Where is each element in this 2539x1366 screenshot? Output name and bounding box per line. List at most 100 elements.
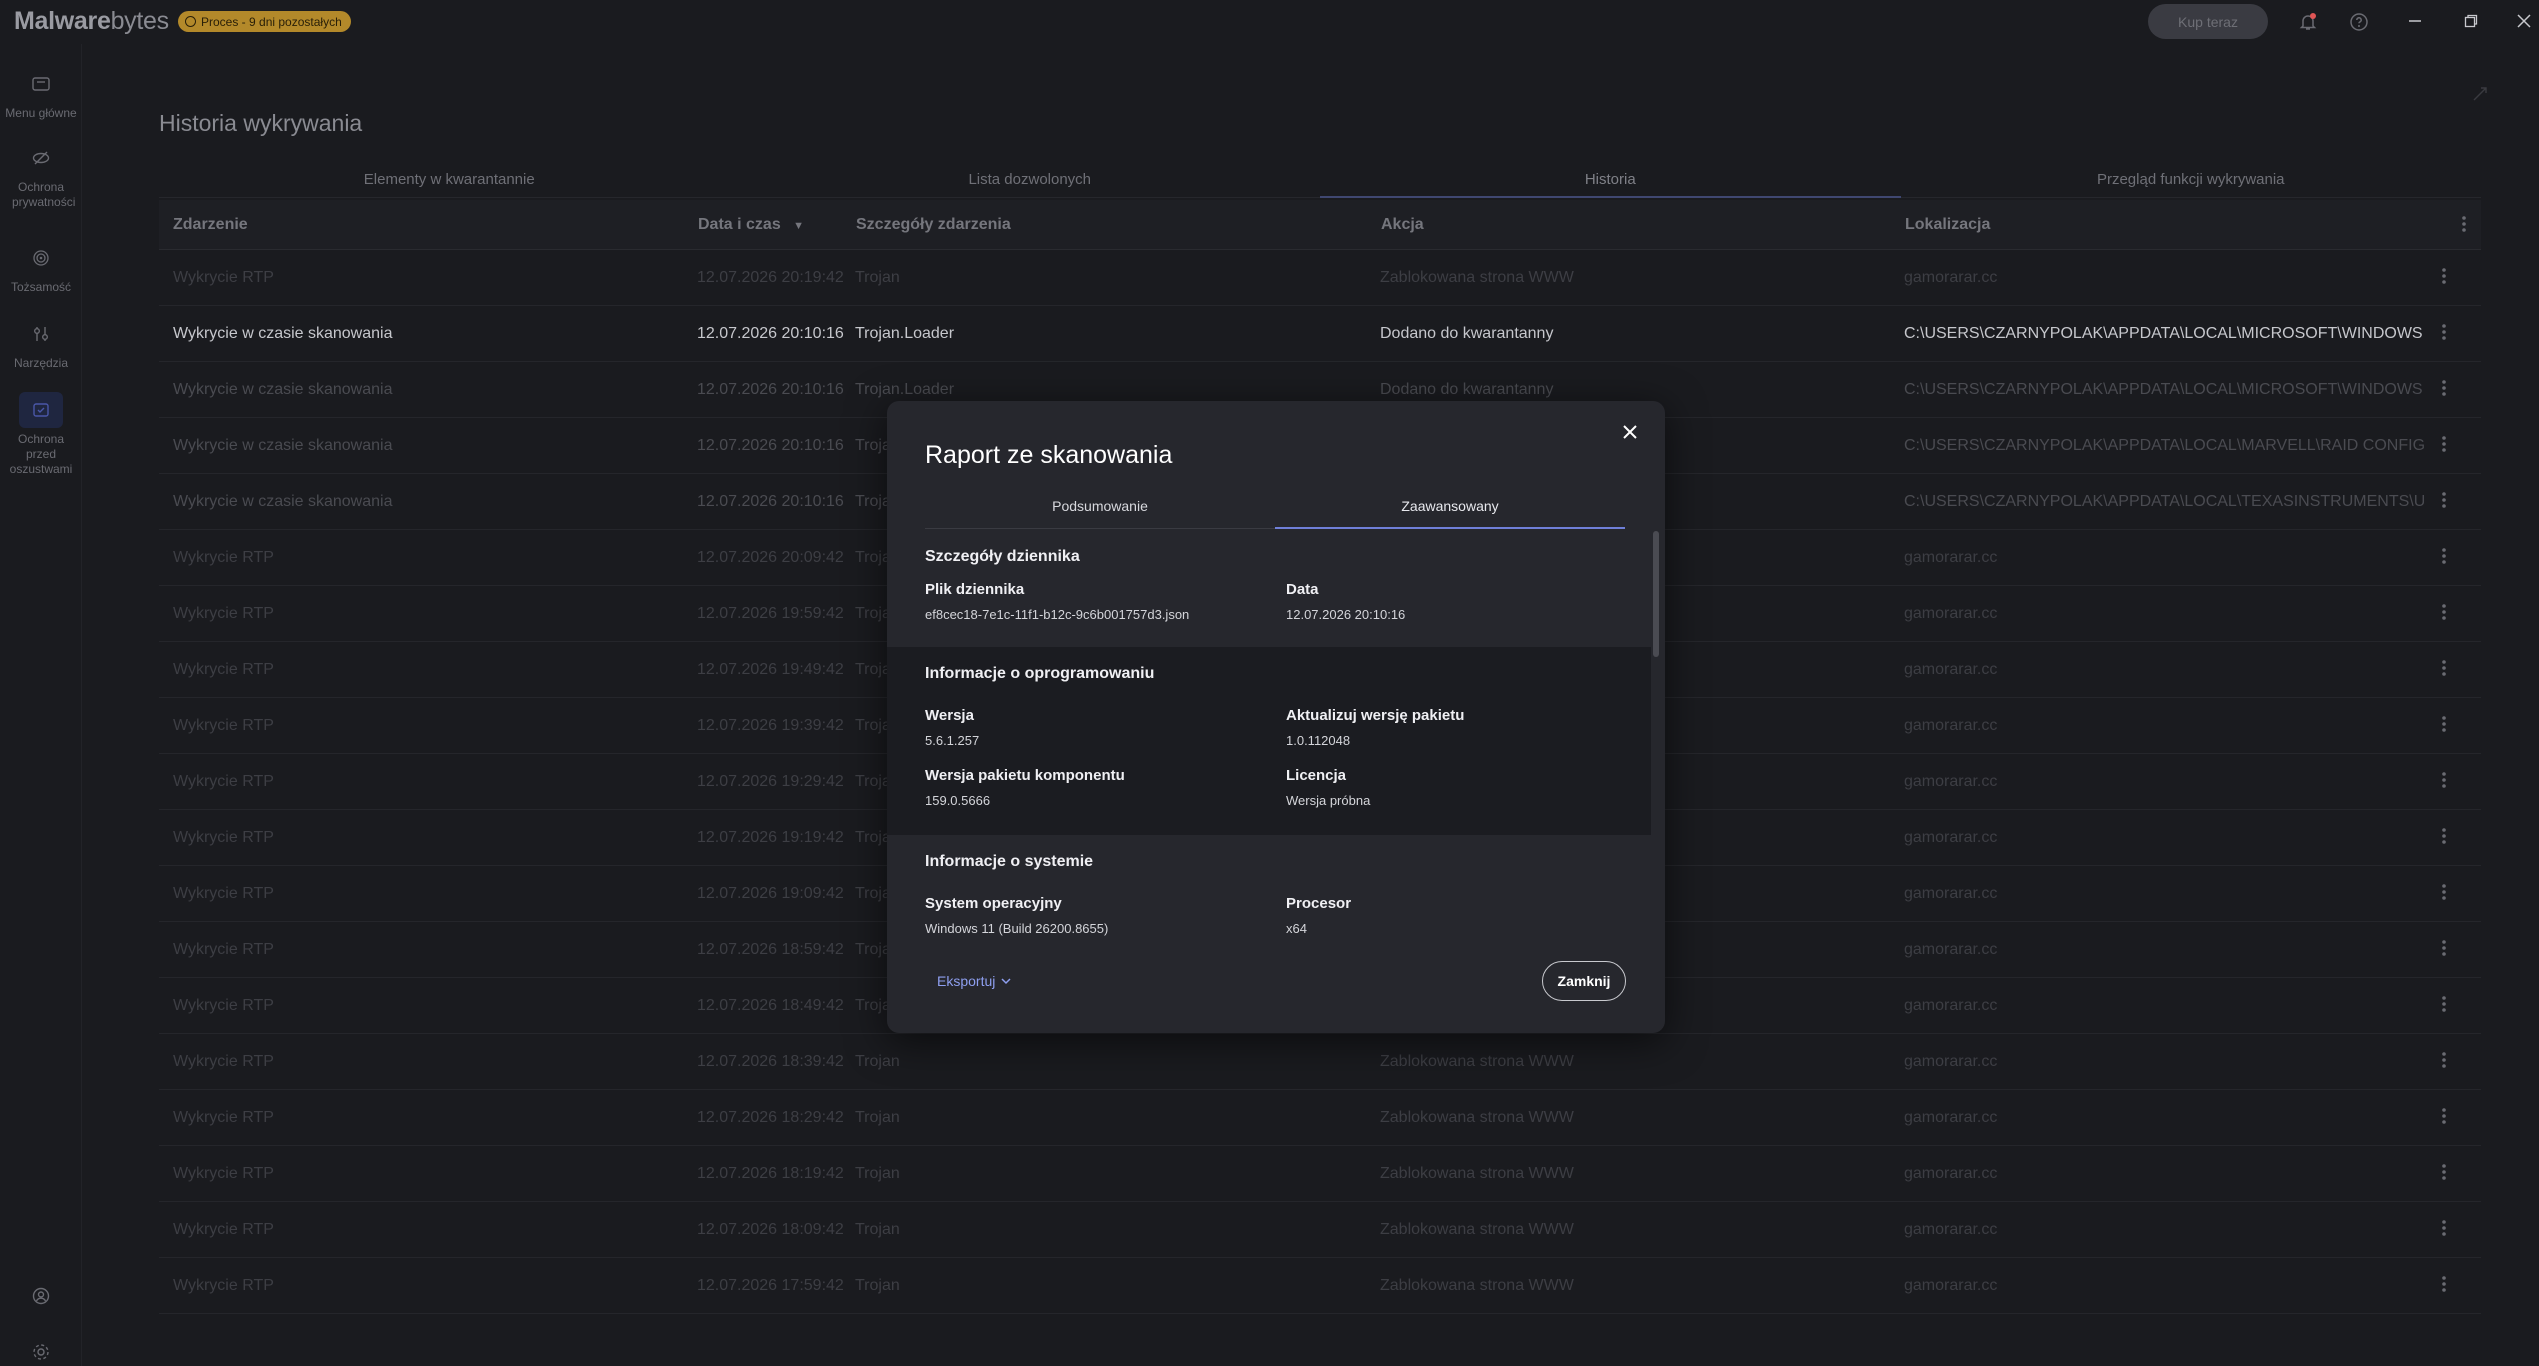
cell-detail: Trojan <box>855 1109 900 1126</box>
sidebar-item-tools[interactable]: Narzędzia <box>0 316 82 371</box>
sidebar-item-scam-protection[interactable]: Ochrona przed oszustwami <box>0 392 82 477</box>
cell-date: 12.07.2026 18:59:42 <box>697 941 844 958</box>
column-header-location[interactable]: Lokalizacja <box>1905 216 1990 234</box>
software-info-section: Informacje o oprogramowaniu Wersja 5.6.1… <box>887 647 1651 835</box>
row-options-icon[interactable] <box>2441 602 2447 627</box>
os-value: Windows 11 (Build 26200.8655) <box>925 921 1109 936</box>
tab-quarantine[interactable]: Elementy w kwarantannie <box>159 160 740 198</box>
sidebar-item-identity[interactable]: Tożsamość <box>0 240 82 295</box>
column-header-date[interactable]: Data i czas ▼ <box>698 216 804 234</box>
dialog-tabs: Podsumowanie Zaawansowany <box>925 493 1625 529</box>
table-row[interactable]: Wykrycie RTP 12.07.2026 20:19:42 Trojan Zab… <box>159 250 2481 306</box>
row-options-icon[interactable] <box>2441 770 2447 795</box>
cell-event: Wykrycie RTP <box>173 661 274 678</box>
column-options-icon[interactable] <box>2461 214 2467 239</box>
row-options-icon[interactable] <box>2441 1050 2447 1075</box>
cell-date: 12.07.2026 18:29:42 <box>697 1109 844 1126</box>
tab-advanced[interactable]: Zaawansowany <box>1275 493 1625 529</box>
settings-gear-icon[interactable] <box>27 1338 55 1366</box>
table-row[interactable]: Wykrycie RTP 12.07.2026 18:29:42 Trojan Zab… <box>159 1090 2481 1146</box>
close-window-icon[interactable] <box>2509 6 2539 36</box>
cell-event: Wykrycie RTP <box>173 1221 274 1238</box>
cell-detail: Trojan <box>855 269 900 286</box>
row-options-icon[interactable] <box>2441 546 2447 571</box>
row-options-icon[interactable] <box>2441 826 2447 851</box>
cell-date: 12.07.2026 20:19:42 <box>697 269 844 286</box>
cell-event: Wykrycie RTP <box>173 997 274 1014</box>
section-title: Informacje o oprogramowaniu <box>925 665 1155 682</box>
expand-icon[interactable] <box>2472 86 2488 107</box>
cell-date: 12.07.2026 18:49:42 <box>697 997 844 1014</box>
cell-action: Zablokowana strona WWW <box>1380 1165 1574 1182</box>
restore-icon[interactable] <box>2456 6 2486 36</box>
close-button[interactable]: Zamknij <box>1542 961 1626 1001</box>
export-label: Eksportuj <box>937 973 996 989</box>
cell-date: 12.07.2026 19:49:42 <box>697 661 844 678</box>
table-row[interactable]: Wykrycie RTP 12.07.2026 18:19:42 Trojan Zab… <box>159 1146 2481 1202</box>
row-options-icon[interactable] <box>2441 1274 2447 1299</box>
row-options-icon[interactable] <box>2441 378 2447 403</box>
bell-icon[interactable] <box>2296 10 2320 34</box>
close-dialog-icon[interactable] <box>1615 417 1645 447</box>
row-options-icon[interactable] <box>2441 490 2447 515</box>
row-options-icon[interactable] <box>2441 1106 2447 1131</box>
minimize-icon[interactable] <box>2400 6 2430 36</box>
trial-badge[interactable]: Proces - 9 dni pozostałych <box>178 11 351 32</box>
column-header-action[interactable]: Akcja <box>1381 216 1424 234</box>
cell-location: C:\USERS\CZARNYPOLAK\APPDATA\LOCAL\MARVE… <box>1904 437 2424 454</box>
tools-icon <box>19 316 63 352</box>
row-options-icon[interactable] <box>2441 1218 2447 1243</box>
row-options-icon[interactable] <box>2441 882 2447 907</box>
row-options-icon[interactable] <box>2441 1162 2447 1187</box>
table-row[interactable]: Wykrycie w czasie skanowania 12.07.2026 2… <box>159 306 2481 362</box>
date-label: Data <box>1286 581 1319 598</box>
component-version-value: 159.0.5666 <box>925 793 991 808</box>
cell-event: Wykrycie RTP <box>173 1053 274 1070</box>
row-options-icon[interactable] <box>2441 434 2447 459</box>
cell-location: gamorarar.cc <box>1904 717 1998 734</box>
log-file-label: Plik dziennika <box>925 581 1025 598</box>
cell-action: Zablokowana strona WWW <box>1380 1109 1574 1126</box>
cell-date: 12.07.2026 19:59:42 <box>697 605 844 622</box>
sidebar-item-label: Ochrona prywatności <box>12 180 76 209</box>
table-row[interactable]: Wykrycie RTP 12.07.2026 18:39:42 Trojan Zab… <box>159 1034 2481 1090</box>
cell-event: Wykrycie RTP <box>173 549 274 566</box>
export-button[interactable]: Eksportuj <box>937 973 1011 989</box>
cell-location: gamorarar.cc <box>1904 1165 1998 1182</box>
cell-location: gamorarar.cc <box>1904 1277 1998 1294</box>
cell-location: gamorarar.cc <box>1904 549 1998 566</box>
section-title: Szczegóły dziennika <box>925 548 1080 565</box>
dialog-scrollbar[interactable] <box>1653 531 1659 657</box>
scan-report-dialog: Raport ze skanowania Podsumowanie Zaawan… <box>887 401 1665 1033</box>
tab-allow-list[interactable]: Lista dozwolonych <box>739 160 1320 198</box>
page-title: Historia wykrywania <box>159 110 363 136</box>
row-options-icon[interactable] <box>2441 266 2447 291</box>
tab-history[interactable]: Historia <box>1320 160 1901 198</box>
buy-now-button[interactable]: Kup teraz <box>2148 4 2268 39</box>
row-options-icon[interactable] <box>2441 994 2447 1019</box>
sidebar-item-label: Tożsamość <box>10 280 72 294</box>
help-icon[interactable] <box>2347 10 2371 34</box>
row-options-icon[interactable] <box>2441 938 2447 963</box>
tab-detection-overview[interactable]: Przegląd funkcji wykrywania <box>1900 160 2481 198</box>
row-options-icon[interactable] <box>2441 714 2447 739</box>
cell-location: gamorarar.cc <box>1904 885 1998 902</box>
row-options-icon[interactable] <box>2441 658 2447 683</box>
account-icon[interactable] <box>27 1282 55 1310</box>
row-options-icon[interactable] <box>2441 322 2447 347</box>
cell-location: gamorarar.cc <box>1904 1053 1998 1070</box>
tab-summary[interactable]: Podsumowanie <box>925 493 1275 529</box>
license-value: Wersja próbna <box>1286 793 1371 808</box>
table-row[interactable]: Wykrycie RTP 12.07.2026 17:59:42 Trojan Zab… <box>159 1258 2481 1314</box>
sidebar-item-home[interactable]: Menu główne <box>0 66 82 121</box>
scam-shield-icon <box>19 392 63 428</box>
column-header-event[interactable]: Zdarzenie <box>173 216 248 234</box>
sidebar-item-label: Menu główne <box>5 106 77 120</box>
cell-date: 12.07.2026 18:19:42 <box>697 1165 844 1182</box>
cell-date: 12.07.2026 19:19:42 <box>697 829 844 846</box>
column-header-details[interactable]: Szczegóły zdarzenia <box>856 216 1011 234</box>
sidebar-item-privacy[interactable]: Ochrona prywatności <box>0 140 82 210</box>
cell-date: 12.07.2026 20:10:16 <box>697 493 844 510</box>
table-row[interactable]: Wykrycie RTP 12.07.2026 18:09:42 Trojan Zab… <box>159 1202 2481 1258</box>
trial-badge-label: Proces - 9 dni pozostałych <box>201 14 342 29</box>
